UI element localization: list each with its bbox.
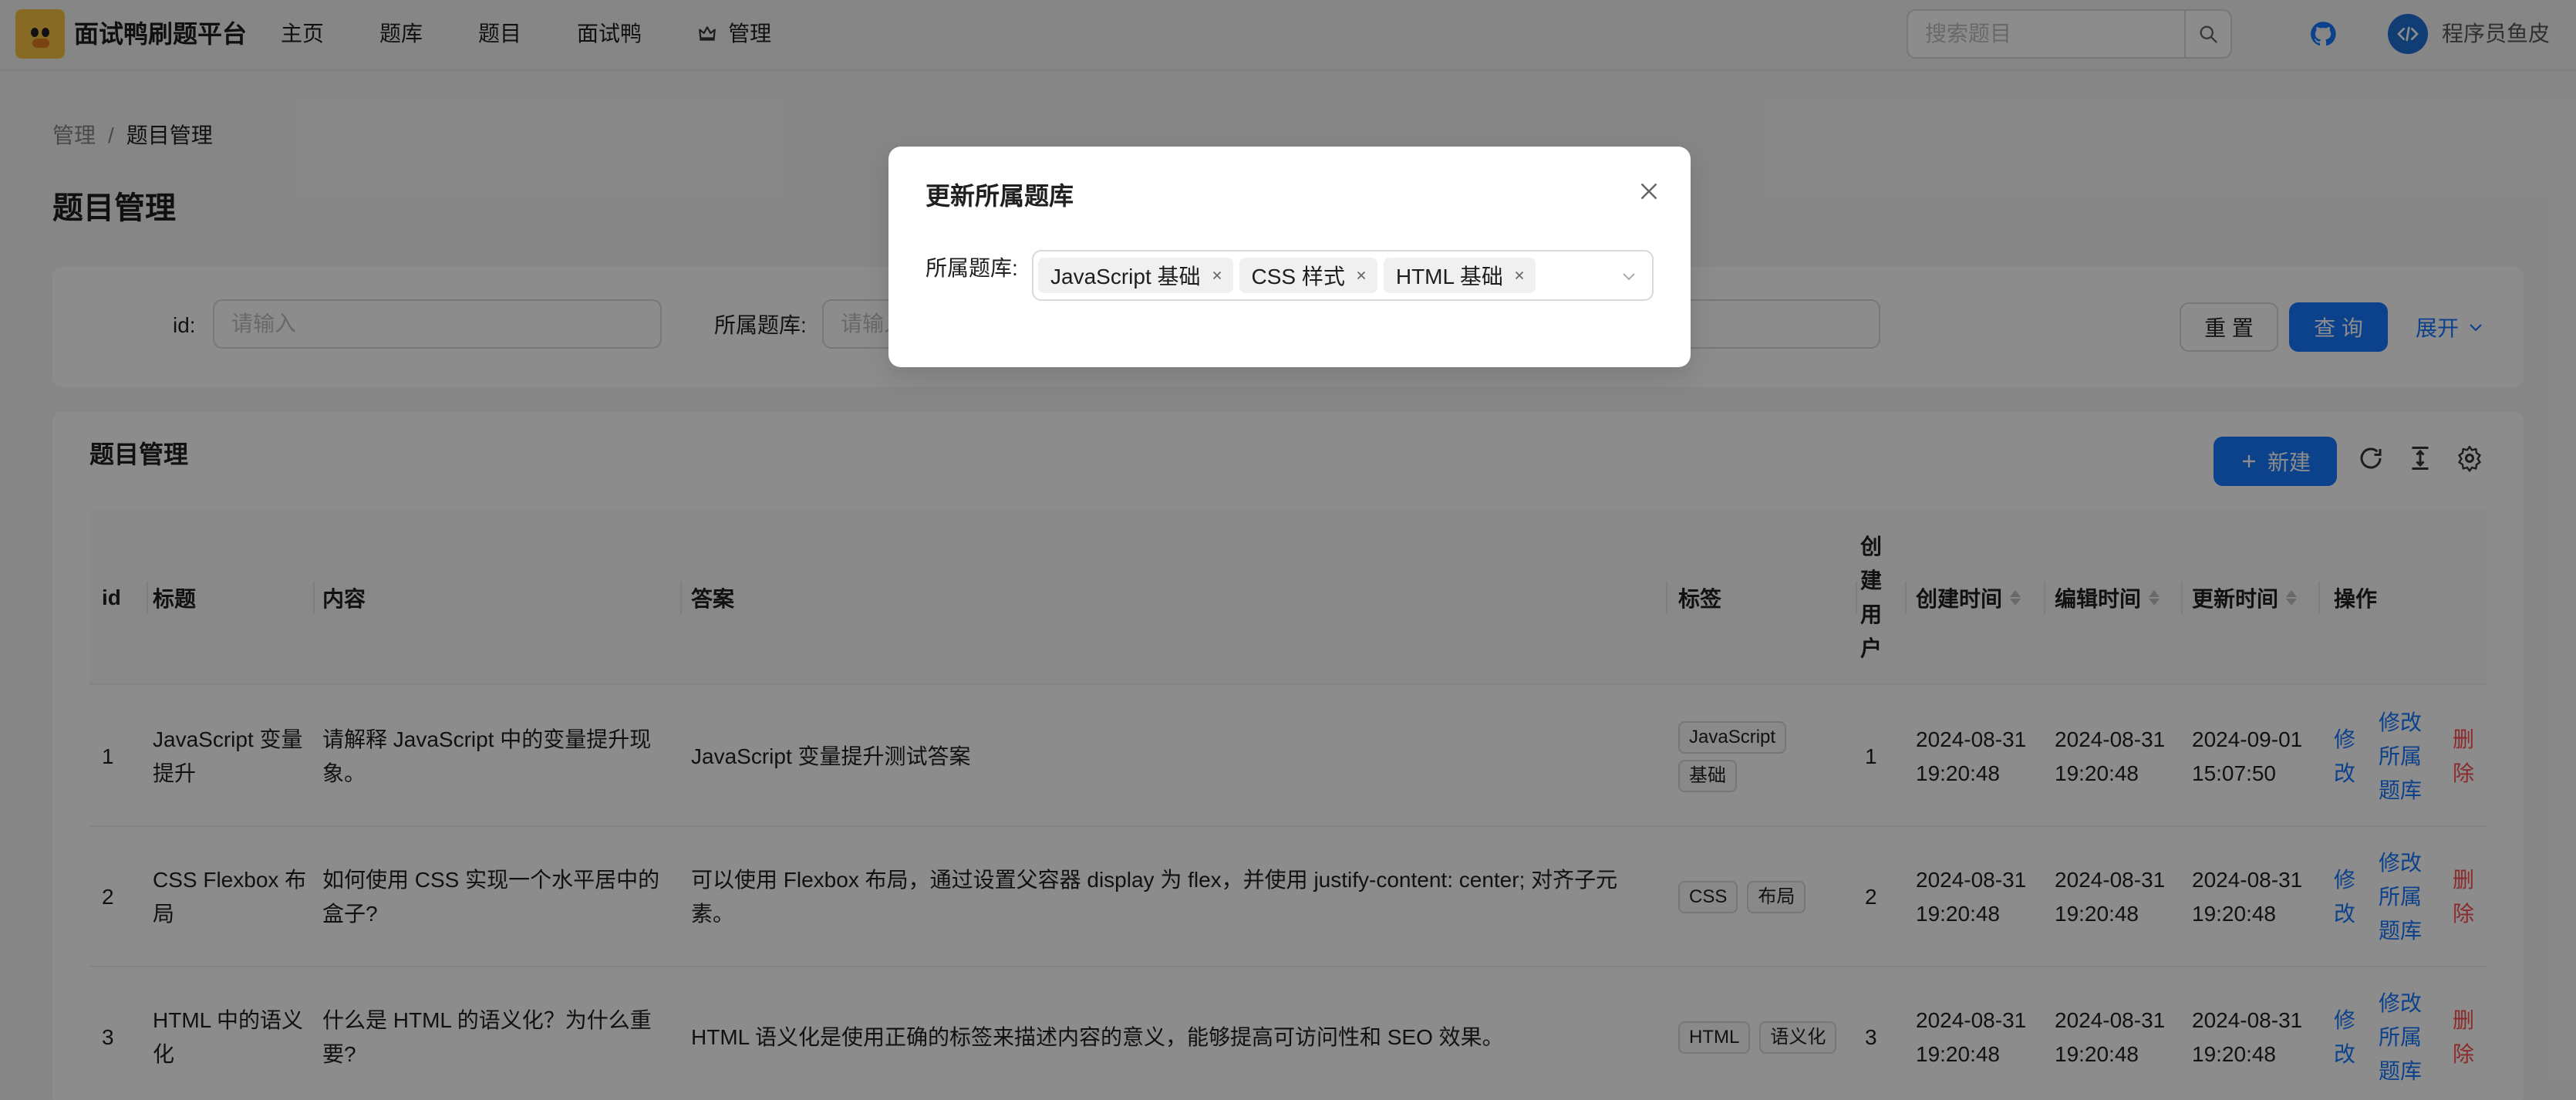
close-icon <box>1641 184 1657 199</box>
modal-title: 更新所属题库 <box>926 182 1074 210</box>
remove-tag-icon[interactable] <box>1512 268 1526 282</box>
remove-tag-icon[interactable] <box>1354 268 1368 282</box>
bank-field-label: 所属题库: <box>926 256 1018 280</box>
remove-tag-icon[interactable] <box>1210 268 1224 282</box>
selected-tag: CSS 样式 <box>1239 258 1377 293</box>
selected-tags: JavaScript 基础 CSS 样式 HTML 基础 <box>1038 258 1536 293</box>
chevron-down-icon <box>1623 273 1635 281</box>
bank-multi-select[interactable]: JavaScript 基础 CSS 样式 HTML 基础 <box>1032 250 1654 301</box>
update-bank-modal: 更新所属题库 所属题库: JavaScript 基础 CSS 样式 HTML 基… <box>888 147 1691 367</box>
close-button[interactable] <box>1632 174 1666 208</box>
selected-tag: HTML 基础 <box>1383 258 1536 293</box>
selected-tag: JavaScript 基础 <box>1038 258 1233 293</box>
